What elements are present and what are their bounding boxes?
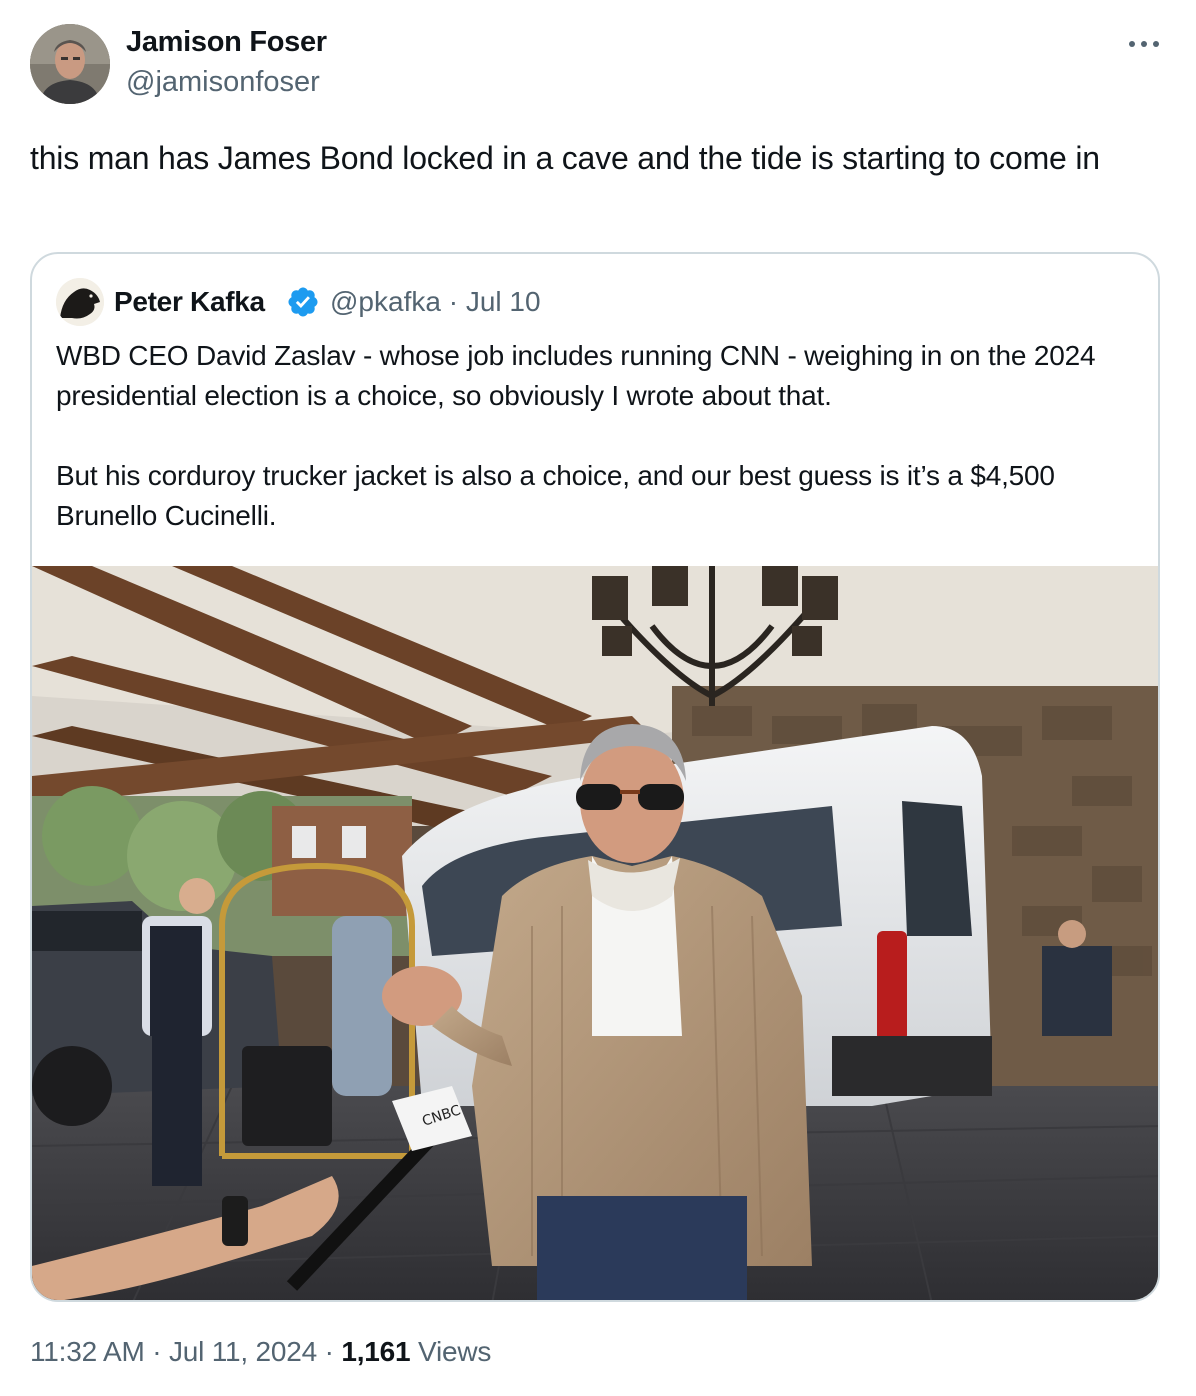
- views-count[interactable]: 1,161: [341, 1336, 410, 1367]
- quoted-author-name[interactable]: Peter Kafka: [114, 286, 265, 318]
- quoted-tweet-card[interactable]: Peter Kafka @pkafka · Jul 10 WBD CEO Dav…: [30, 252, 1160, 1302]
- author-name[interactable]: Jamison Foser: [126, 26, 327, 59]
- quoted-tweet-text: WBD CEO David Zaslav - whose job include…: [56, 336, 1146, 536]
- tweet-meta: 11:32 AM · Jul 11, 2024 · 1,161 Views: [30, 1336, 491, 1368]
- views-label[interactable]: Views: [418, 1336, 491, 1367]
- quoted-author-handle[interactable]: @pkafka: [330, 286, 441, 317]
- quoted-tweet-photo[interactable]: CNBC: [32, 566, 1160, 1302]
- quoted-author-avatar-image: [56, 278, 104, 326]
- author-avatar[interactable]: [30, 24, 110, 104]
- more-horizontal-icon: [1129, 41, 1159, 47]
- quoted-date[interactable]: Jul 10: [466, 286, 541, 317]
- author-handle[interactable]: @jamisonfoser: [126, 66, 320, 99]
- quoted-separator: ·: [448, 286, 459, 317]
- tweet-text: this man has James Bond locked in a cave…: [30, 140, 1100, 176]
- quoted-author-avatar[interactable]: [56, 278, 104, 326]
- tweet-time[interactable]: 11:32 AM: [30, 1336, 145, 1367]
- tweet-date[interactable]: Jul 11, 2024: [169, 1336, 317, 1367]
- quoted-paragraph: WBD CEO David Zaslav - whose job include…: [56, 340, 1096, 411]
- quoted-paragraph: But his corduroy trucker jacket is also …: [56, 460, 1055, 531]
- verified-badge-icon: [288, 287, 318, 317]
- quoted-author-handle-date[interactable]: @pkafka · Jul 10: [330, 286, 541, 318]
- more-options-button[interactable]: [1122, 30, 1166, 58]
- meta-separator: ·: [324, 1336, 334, 1367]
- author-avatar-image: [30, 24, 110, 104]
- meta-separator: ·: [152, 1336, 162, 1367]
